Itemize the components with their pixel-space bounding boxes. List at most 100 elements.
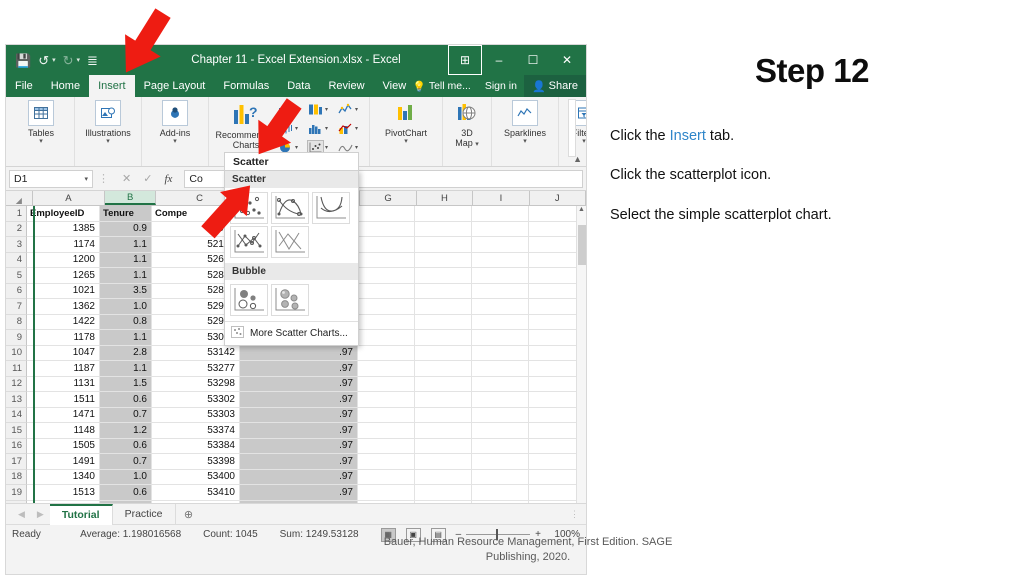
column-header-H[interactable]: H [416, 191, 474, 205]
cell-b[interactable]: 0.7 [100, 407, 152, 422]
scatter-chart-caret-icon[interactable]: ▾ [325, 144, 328, 151]
cell-i[interactable] [472, 268, 529, 283]
table-row[interactable]: 1340 1.0 53400.97 [27, 469, 586, 485]
cell-h[interactable] [415, 299, 472, 314]
cell-i[interactable] [472, 423, 529, 438]
more-scatter-charts-item[interactable]: More Scatter Charts... [225, 321, 358, 345]
cell-c[interactable]: 53384 [152, 438, 240, 453]
cell-i[interactable] [472, 392, 529, 407]
cell-h[interactable] [415, 314, 472, 329]
vertical-scrollbar[interactable]: ▲ [576, 206, 586, 503]
cell-g[interactable] [358, 268, 415, 283]
cell-b[interactable]: 1.1 [100, 237, 152, 252]
cell-h[interactable] [415, 407, 472, 422]
table-row[interactable]: 1148 1.2 53374.97 [27, 423, 586, 439]
cell-c[interactable]: 53277 [152, 361, 240, 376]
ribbon-tabs[interactable]: File Home Insert Page Layout Formulas Da… [6, 75, 586, 97]
scrollbar-thumb[interactable] [577, 225, 586, 265]
cell-a[interactable]: 1174 [27, 237, 100, 252]
cancel-edit-icon[interactable]: ✕ [122, 172, 131, 185]
cell-c[interactable]: 53298 [152, 376, 240, 391]
sheet-tab-practice[interactable]: Practice [113, 503, 176, 525]
cell-b[interactable]: 0.6 [100, 438, 152, 453]
cell-g[interactable] [358, 237, 415, 252]
row-header[interactable]: 19 [6, 485, 27, 501]
cell-h[interactable] [415, 361, 472, 376]
sheet-tab-tutorial[interactable]: Tutorial [49, 503, 113, 525]
cell-h[interactable] [415, 221, 472, 236]
cell-a[interactable]: 1148 [27, 423, 100, 438]
tab-data[interactable]: Data [278, 75, 319, 97]
table-row[interactable]: 1187 1.1 53277.97 [27, 361, 586, 377]
table-row[interactable]: 10982.153415.97 [27, 500, 586, 503]
tab-file[interactable]: File [6, 75, 42, 97]
cell-c[interactable]: 53303 [152, 407, 240, 422]
cell-h[interactable] [415, 438, 472, 453]
row-header[interactable]: 17 [6, 454, 27, 470]
column-header-J[interactable]: J [529, 191, 586, 205]
illustrations-button[interactable]: Illustrations ▾ [81, 100, 135, 145]
tab-splitter-handle[interactable]: ⋮ [570, 509, 586, 520]
combo-chart-caret-icon[interactable]: ▾ [355, 125, 358, 132]
tell-me-box[interactable]: 💡 Tell me... [406, 80, 478, 93]
cell-h[interactable] [415, 237, 472, 252]
row-header[interactable]: 10 [6, 345, 27, 361]
row-header[interactable]: 13 [6, 392, 27, 408]
row-header[interactable]: 16 [6, 438, 27, 454]
table-row[interactable]: 1511 0.6 53302.97 [27, 392, 586, 408]
insert-function-icon[interactable]: fx [164, 173, 172, 185]
cell-a[interactable]: 1471 [27, 407, 100, 422]
column-header-A[interactable]: A [32, 191, 105, 205]
window-controls[interactable]: ⊞ – ☐ ✕ [448, 45, 584, 75]
cell-b[interactable]: 1.1 [100, 330, 152, 345]
line-chart-caret-icon[interactable]: ▾ [355, 106, 358, 113]
row-header[interactable]: 12 [6, 376, 27, 392]
surface-chart-caret-icon[interactable]: ▾ [355, 144, 358, 151]
cell-a[interactable]: 1178 [27, 330, 100, 345]
cell-a[interactable]: 1511 [27, 392, 100, 407]
cell-i[interactable] [472, 283, 529, 298]
row-header[interactable]: 3 [6, 237, 27, 253]
cell-a[interactable]: 1021 [27, 283, 100, 298]
cell-A1[interactable]: EmployeeID [27, 206, 100, 221]
row-header[interactable]: 4 [6, 252, 27, 268]
cell-h[interactable] [415, 392, 472, 407]
cell-c[interactable]: 53142 [152, 345, 240, 360]
bar-chart-caret-icon[interactable]: ▾ [325, 106, 328, 113]
sign-in-button[interactable]: Sign in [478, 80, 524, 92]
cell-h[interactable] [415, 454, 472, 469]
cell-g[interactable] [358, 376, 415, 391]
bubble-thumb-row[interactable] [225, 280, 358, 321]
cell-b[interactable]: 1.0 [100, 469, 152, 484]
cell-i[interactable] [472, 299, 529, 314]
cell-g[interactable] [358, 407, 415, 422]
name-box-caret-icon[interactable]: ▾ [84, 175, 88, 183]
customize-qat-icon[interactable]: ≣ [87, 54, 98, 67]
tables-button[interactable]: Tables ▾ [14, 100, 68, 145]
ribbon-overflow-scrollbar[interactable] [568, 99, 576, 157]
next-sheet-icon[interactable]: ▶ [31, 509, 50, 520]
cell-g[interactable] [358, 454, 415, 469]
cell-H1[interactable] [415, 206, 472, 221]
scroll-up-icon[interactable]: ▲ [577, 206, 586, 213]
tab-formulas[interactable]: Formulas [214, 75, 278, 97]
row-header[interactable]: 14 [6, 407, 27, 423]
cell-B1[interactable]: Tenure [100, 206, 152, 221]
column-header-G[interactable]: G [360, 191, 417, 205]
add-ins-caret-icon[interactable]: ▾ [173, 138, 177, 145]
cell-g[interactable] [358, 221, 415, 236]
cell-b[interactable]: 0.7 [100, 454, 152, 469]
prev-sheet-icon[interactable]: ◀ [12, 509, 31, 520]
column-header-B[interactable]: B [104, 191, 157, 205]
cell-g[interactable] [358, 330, 415, 345]
cell-i[interactable] [472, 407, 529, 422]
cell-a[interactable]: 1047 [27, 345, 100, 360]
cell-a[interactable]: 1491 [27, 454, 100, 469]
cell-d[interactable]: .97 [240, 345, 358, 360]
table-row[interactable]: 1491 0.7 53398.97 [27, 454, 586, 470]
row-header[interactable]: 5 [6, 268, 27, 284]
table-row[interactable]: 1131 1.5 53298.97 [27, 376, 586, 392]
add-sheet-button[interactable]: ⊕ [176, 508, 202, 521]
table-row[interactable]: 1471 0.7 53303.97 [27, 407, 586, 423]
3d-map-caret-icon[interactable]: ▾ [475, 141, 479, 148]
